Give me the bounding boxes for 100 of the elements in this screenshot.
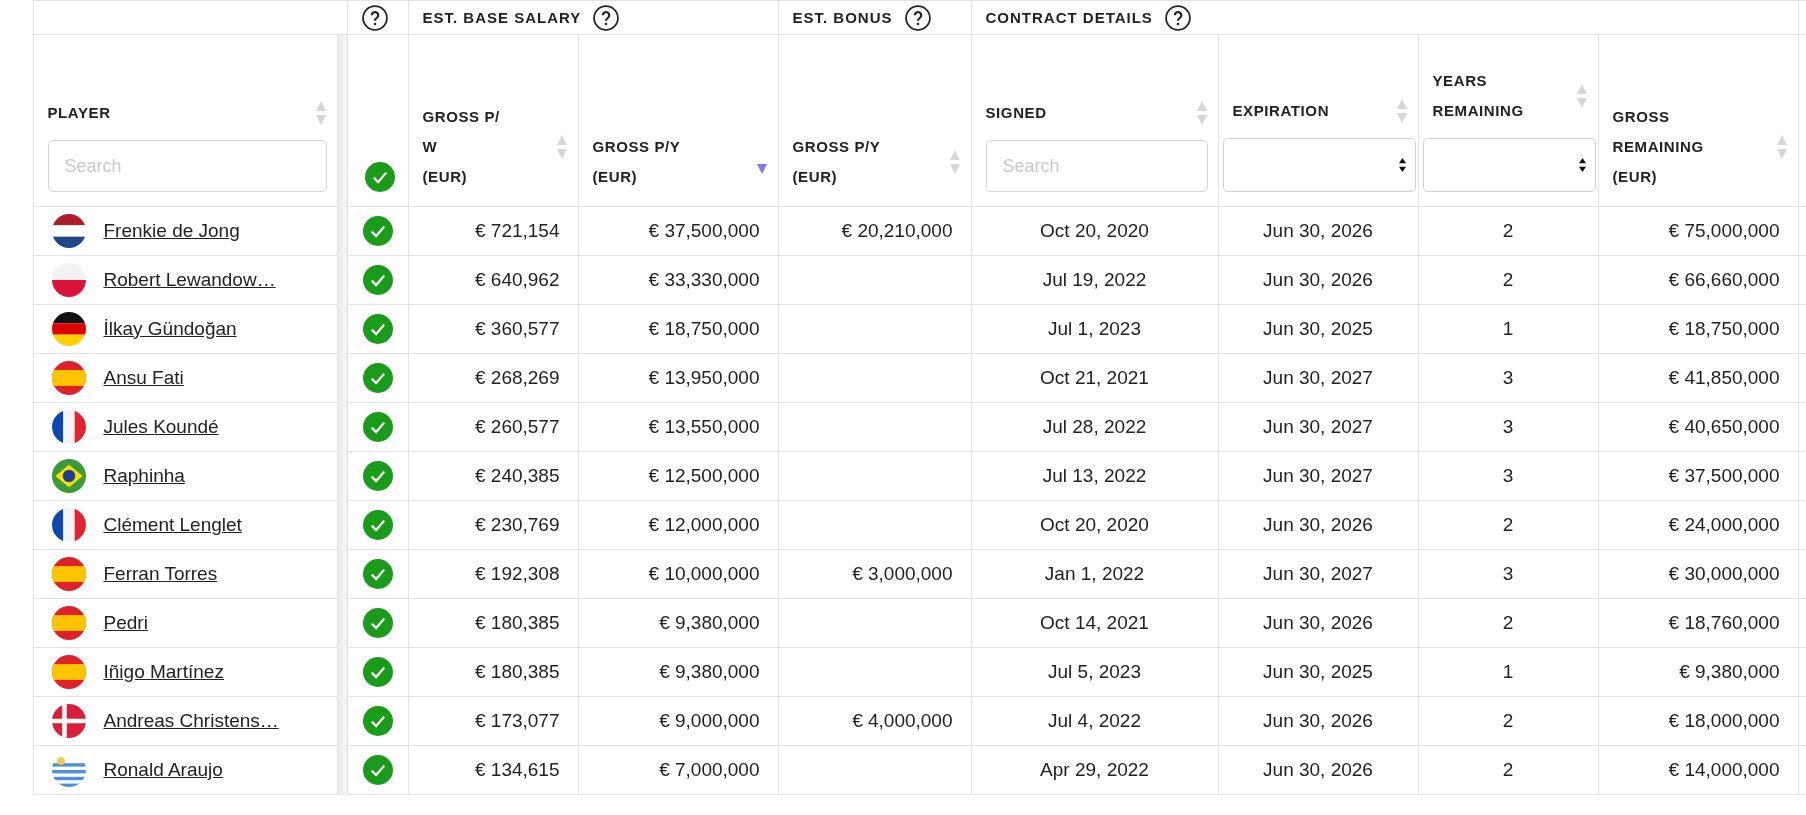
table-cell: € 4,000,000 [852, 710, 953, 731]
sort-icon[interactable] [1775, 134, 1788, 160]
sort-icon[interactable] [314, 100, 327, 126]
table-cell: Jun 30, 2026 [1263, 612, 1373, 633]
table-cell: € 7,000,000 [659, 759, 760, 780]
table-cell: 3 [1502, 563, 1514, 584]
table-cell: Jul 1, 2023 [1048, 318, 1141, 339]
table-cell: 2 [1502, 220, 1514, 241]
filter-dropdown[interactable] [1222, 138, 1416, 192]
table-cell: € 30,000,000 [1668, 563, 1780, 584]
table-cell: € 180,385 [474, 612, 560, 633]
sort-icon[interactable] [1195, 100, 1208, 126]
sort-icon[interactable] [1575, 83, 1588, 109]
table-cell: € 192,308 [474, 563, 560, 584]
column-header[interactable]: YEARS REMAINING [1432, 66, 1524, 126]
table-cell: Jun 30, 2025 [1263, 318, 1373, 339]
table-cell: Oct 20, 2020 [1040, 220, 1149, 241]
table-cell: Jun 30, 2027 [1263, 465, 1373, 486]
table-cell: € 9,380,000 [659, 612, 760, 633]
table-cell: € 9,000,000 [659, 710, 760, 731]
table-cell: € 24,000,000 [1668, 514, 1780, 535]
table-cell: Jul 13, 2022 [1042, 465, 1147, 486]
sort-icon[interactable] [555, 134, 568, 160]
table-cell: € 75,000,000 [1668, 220, 1780, 241]
table-cell: 1 [1502, 661, 1514, 682]
filter-dropdown[interactable] [1422, 138, 1596, 192]
sort-icon[interactable] [1395, 98, 1408, 124]
player-link[interactable]: Frenkie de Jong [103, 220, 240, 242]
player-link[interactable]: Ronald Araujo [103, 759, 223, 781]
table-cell: 2 [1502, 269, 1514, 290]
table-cell: € 268,269 [474, 367, 560, 388]
help-icon[interactable] [361, 4, 388, 31]
player-link[interactable]: İlkay Gündoğan [103, 318, 237, 340]
table-cell: € 18,750,000 [1668, 318, 1780, 339]
table-cell: € 9,380,000 [659, 661, 760, 682]
table-cell: € 173,077 [474, 710, 560, 731]
table-cell: € 3,000,000 [852, 563, 953, 584]
table-cell: Jun 30, 2027 [1263, 416, 1373, 437]
table-cell: € 10,000,000 [648, 563, 760, 584]
column-header[interactable]: GROSS P/Y (EUR) [792, 132, 881, 192]
table-cell: Jun 30, 2026 [1263, 220, 1373, 241]
table-cell: € 33,330,000 [648, 269, 760, 290]
table-cell: € 40,650,000 [1668, 416, 1780, 437]
column-header[interactable]: GROSS P/Y (EUR) [592, 132, 681, 192]
player-link[interactable]: Pedri [103, 612, 148, 634]
table-cell: Jun 30, 2026 [1263, 514, 1373, 535]
help-icon[interactable] [593, 4, 620, 31]
table-cell: € 180,385 [474, 661, 560, 682]
player-link[interactable]: Jules Koundé [103, 416, 219, 438]
player-link[interactable]: Ferran Torres [103, 563, 218, 585]
table-cell: € 640,962 [474, 269, 560, 290]
table-cell: € 230,769 [474, 514, 560, 535]
help-icon[interactable] [904, 4, 931, 31]
table-cell: € 18,750,000 [648, 318, 760, 339]
table-cell: 2 [1502, 612, 1514, 633]
group-header: CONTRACT DETAILS [985, 9, 1153, 26]
table-cell: Jul 28, 2022 [1042, 416, 1147, 437]
column-header[interactable]: SIGNED [985, 98, 1047, 128]
table-cell: Jun 30, 2026 [1263, 710, 1373, 731]
table-cell: Jul 19, 2022 [1042, 269, 1147, 290]
table-cell: € 12,000,000 [648, 514, 760, 535]
column-header[interactable]: PLAYER [47, 98, 111, 128]
table-cell: Apr 29, 2022 [1040, 759, 1149, 780]
sort-icon[interactable] [948, 149, 961, 175]
table-cell: € 41,850,000 [1668, 367, 1780, 388]
table-cell: Jul 4, 2022 [1048, 710, 1141, 731]
column-header[interactable]: EXPIRATION [1232, 96, 1330, 126]
group-header: EST. BASE SALARY [422, 9, 582, 26]
table-cell: € 13,950,000 [648, 367, 760, 388]
group-header: EST. BONUS [792, 9, 893, 26]
player-link[interactable]: Iñigo Martínez [103, 661, 224, 683]
table-cell: 2 [1502, 710, 1514, 731]
player-link[interactable]: Raphinha [103, 465, 185, 487]
table-cell: € 18,760,000 [1668, 612, 1780, 633]
table-cell: Oct 21, 2021 [1040, 367, 1149, 388]
check-icon[interactable] [364, 162, 395, 192]
table-cell: € 12,500,000 [648, 465, 760, 486]
player-link[interactable]: Ansu Fati [103, 367, 184, 389]
dropdown-arrows-icon [1397, 157, 1407, 173]
dropdown-arrows-icon [1577, 157, 1587, 173]
table-cell: Jun 30, 2027 [1263, 563, 1373, 584]
table-cell: Jun 30, 2027 [1263, 367, 1373, 388]
table-cell: € 134,615 [474, 759, 560, 780]
table-cell: € 66,660,000 [1668, 269, 1780, 290]
table-cell: € 14,000,000 [1668, 759, 1780, 780]
table-cell: 2 [1502, 759, 1514, 780]
table-cell: Jul 5, 2023 [1048, 661, 1141, 682]
table-cell: 3 [1502, 416, 1514, 437]
table-cell: € 13,550,000 [648, 416, 760, 437]
table-cell: € 240,385 [474, 465, 560, 486]
table-cell: Jan 1, 2022 [1044, 563, 1145, 584]
table-cell: € 20,210,000 [841, 220, 953, 241]
table-cell: Jun 30, 2026 [1263, 759, 1373, 780]
help-icon[interactable] [1164, 4, 1191, 31]
table-cell: € 9,380,000 [1679, 661, 1780, 682]
table-cell: € 18,000,000 [1668, 710, 1780, 731]
table-cell: € 721,154 [474, 220, 560, 241]
table-cell: € 260,577 [474, 416, 560, 437]
table-cell: 3 [1502, 367, 1514, 388]
table-cell: Jun 30, 2025 [1263, 661, 1373, 682]
